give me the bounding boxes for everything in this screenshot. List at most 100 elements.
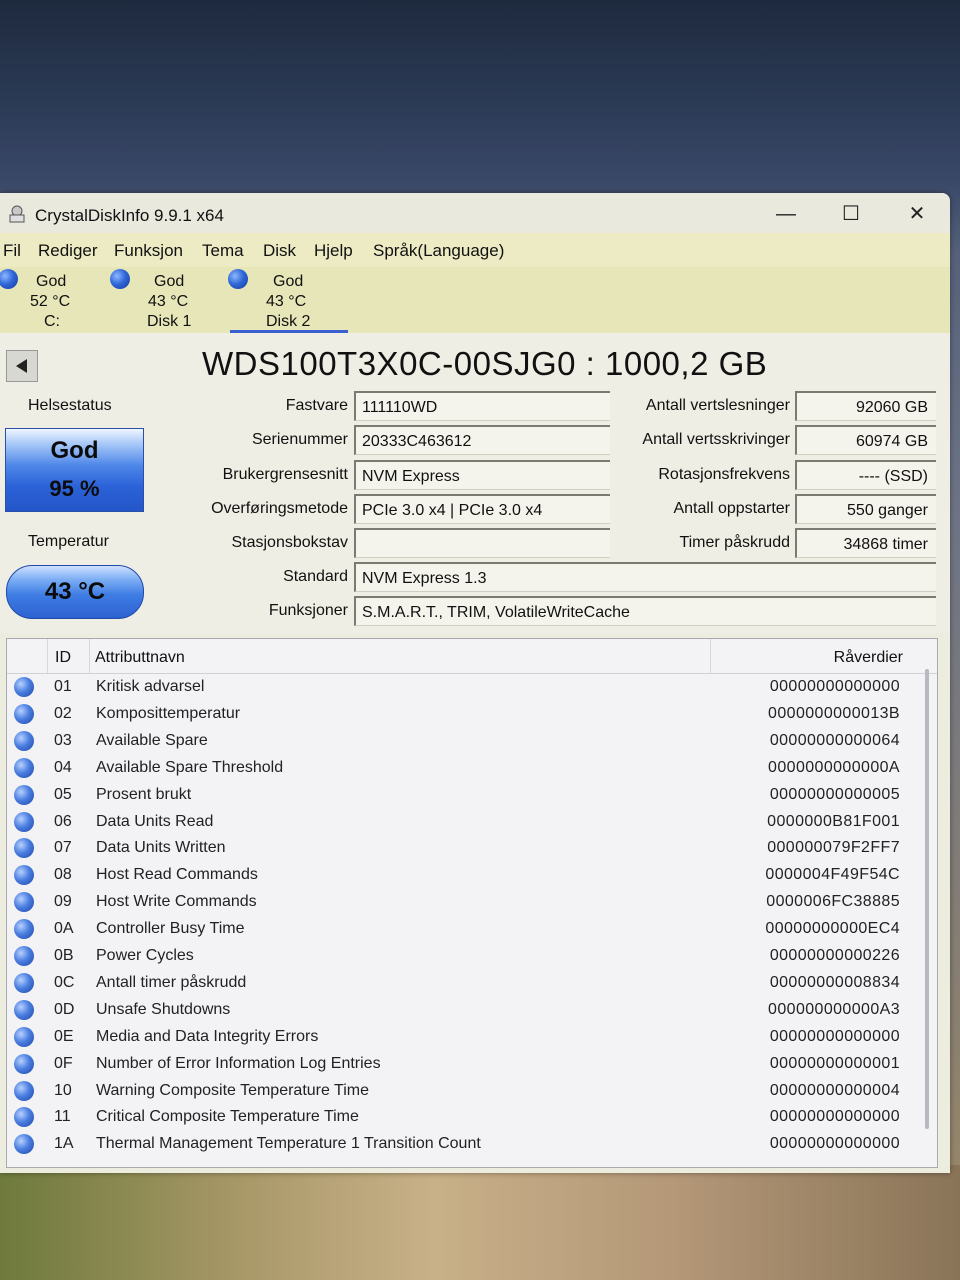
attribute-raw-value: 00000000000004 xyxy=(769,1081,900,1099)
menu-language[interactable]: Språk(Language) xyxy=(373,241,504,261)
attribute-name: Available Spare Threshold xyxy=(96,758,284,776)
status-dot-icon xyxy=(14,677,34,697)
disk-tab-2[interactable]: God 43 °C Disk 2 xyxy=(228,267,348,333)
attribute-name: Thermal Management Temperature 1 Transit… xyxy=(96,1135,481,1153)
column-raw-values[interactable]: Råverdier xyxy=(834,649,903,667)
host-writes-label: Antall vertsskrivinger xyxy=(642,431,790,448)
table-row[interactable]: 11 Critical Composite Temperature Time 000… xyxy=(7,1104,922,1131)
attribute-name: Kritisk advarsel xyxy=(96,678,205,695)
table-row[interactable]: 0D Unsafe Shutdowns 000000000000A3 xyxy=(7,997,922,1024)
scrollbar[interactable] xyxy=(925,669,929,1129)
status-dot-icon xyxy=(14,892,34,913)
menu-disk[interactable]: Disk xyxy=(263,241,296,261)
app-icon xyxy=(9,205,25,223)
status-dot-icon xyxy=(14,972,34,993)
attribute-raw-value: 0000000000000A xyxy=(768,758,900,776)
attribute-name: Power Cycles xyxy=(96,947,194,964)
attribute-raw-value: 00000000000226 xyxy=(769,947,900,964)
status-dot-icon xyxy=(14,1026,34,1047)
firmware-value: 111110WD xyxy=(354,391,610,421)
status-dot-icon xyxy=(14,999,34,1020)
standard-label: Standard xyxy=(283,568,348,585)
attribute-name: Host Write Commands xyxy=(96,893,257,911)
attribute-raw-value: 00000000000001 xyxy=(769,1054,900,1072)
rotation-rate-label: Rotasjonsfrekvens xyxy=(658,466,790,483)
attribute-id: 04 xyxy=(54,758,72,776)
column-attribute-name[interactable]: Attributtnavn xyxy=(95,649,185,667)
table-row[interactable]: 01 Kritisk advarsel 00000000000000 xyxy=(7,674,922,701)
disk-temp: 43 °C xyxy=(266,293,307,310)
temperature-badge: 43 °C xyxy=(6,565,144,619)
features-value: S.M.A.R.T., TRIM, VolatileWriteCache xyxy=(354,596,936,626)
minimize-button[interactable]: — xyxy=(764,199,808,229)
menu-file[interactable]: Fil xyxy=(3,241,21,261)
transfer-mode-value: PCIe 3.0 x4 | PCIe 3.0 x4 xyxy=(354,494,610,524)
attribute-id: 1A xyxy=(54,1135,74,1153)
previous-disk-button[interactable] xyxy=(6,350,38,382)
attribute-id: 10 xyxy=(54,1081,72,1099)
table-row[interactable]: 10 Warning Composite Temperature Time 0000… xyxy=(7,1078,922,1105)
attribute-name: Antall timer påskrudd xyxy=(96,973,247,991)
health-status-badge[interactable]: God 95 % xyxy=(5,428,144,512)
table-row[interactable]: 0A Controller Busy Time 00000000000EC4 xyxy=(7,916,922,943)
rotation-rate-value: ---- (SSD) xyxy=(795,460,936,490)
drive-letter-label: Stasjonsbokstav xyxy=(231,534,348,551)
host-reads-value: 92060 GB xyxy=(795,391,936,421)
status-dot-icon xyxy=(14,730,34,751)
status-dot-icon xyxy=(14,1107,34,1128)
table-row[interactable]: 08 Host Read Commands 0000004F49F54C xyxy=(7,862,922,889)
health-percent: 95 % xyxy=(49,476,100,501)
table-row[interactable]: 0B Power Cycles 00000000000226 xyxy=(7,943,922,970)
table-row[interactable]: 03 Available Spare 00000000000064 xyxy=(7,728,922,755)
menu-help[interactable]: Hjelp xyxy=(314,241,353,261)
triangle-left-icon xyxy=(16,359,27,373)
table-row[interactable]: 09 Host Write Commands 0000006FC38885 xyxy=(7,889,922,916)
attribute-name: Data Units Read xyxy=(96,812,214,830)
menu-theme[interactable]: Tema xyxy=(202,241,244,261)
table-row[interactable]: 05 Prosent brukt 00000000000005 xyxy=(7,782,922,809)
attribute-id: 01 xyxy=(54,678,72,695)
status-dot-icon xyxy=(14,946,34,966)
status-dot-icon xyxy=(14,1080,34,1101)
host-writes-value: 60974 GB xyxy=(795,425,936,455)
table-row[interactable]: 0F Number of Error Information Log Entrie… xyxy=(7,1051,922,1078)
column-id[interactable]: ID xyxy=(55,649,71,667)
table-row[interactable]: 02 Komposittemperatur 0000000000013B xyxy=(7,701,922,728)
menu-function[interactable]: Funksjon xyxy=(114,241,183,261)
table-row[interactable]: 06 Data Units Read 0000000B81F001 xyxy=(7,809,922,836)
disk-name: Disk 2 xyxy=(266,313,311,330)
maximize-button[interactable]: ☐ xyxy=(829,199,873,229)
status-dot-icon xyxy=(14,811,34,832)
status-dot-icon xyxy=(14,784,34,805)
attribute-id: 08 xyxy=(54,866,72,884)
drive-letter-value xyxy=(354,528,610,558)
title-bar: CrystalDiskInfo 9.9.1 x64 — ☐ ✕ xyxy=(0,193,950,233)
status-dot-icon xyxy=(14,838,34,859)
status-dot-icon xyxy=(228,269,248,289)
attribute-name: Media and Data Integrity Errors xyxy=(96,1027,319,1045)
table-row[interactable]: 0C Antall timer påskrudd 00000000008834 xyxy=(7,970,922,997)
desktop-background xyxy=(0,1165,960,1280)
attribute-name: Available Spare xyxy=(96,731,208,749)
table-row[interactable]: 07 Data Units Written 000000079F2FF7 xyxy=(7,835,922,862)
attribute-id: 0D xyxy=(54,1000,75,1018)
table-row[interactable]: 0E Media and Data Integrity Errors 0000000… xyxy=(7,1024,922,1051)
attribute-raw-value: 00000000000EC4 xyxy=(765,920,900,938)
table-row[interactable]: 04 Available Spare Threshold 0000000000000… xyxy=(7,755,922,782)
menu-edit[interactable]: Rediger xyxy=(38,241,98,261)
attribute-raw-value: 00000000000000 xyxy=(769,1108,900,1126)
disk-name: Disk 1 xyxy=(147,313,192,330)
disk-tab-c[interactable]: God 52 °C C: xyxy=(0,267,110,333)
disk-status: God xyxy=(154,273,185,290)
attribute-raw-value: 0000000000013B xyxy=(768,704,900,722)
serial-label: Serienummer xyxy=(251,431,348,448)
disk-tab-1[interactable]: God 43 °C Disk 1 xyxy=(110,267,222,333)
power-on-count-value: 550 ganger xyxy=(795,494,936,524)
firmware-label: Fastvare xyxy=(285,397,348,414)
disk-status: God xyxy=(36,273,67,290)
attribute-id: 11 xyxy=(54,1108,71,1126)
close-button[interactable]: ✕ xyxy=(895,199,939,229)
attribute-name: Host Read Commands xyxy=(96,866,258,884)
table-row[interactable]: 1A Thermal Management Temperature 1 Trans… xyxy=(7,1131,922,1158)
features-label: Funksjoner xyxy=(268,602,348,619)
